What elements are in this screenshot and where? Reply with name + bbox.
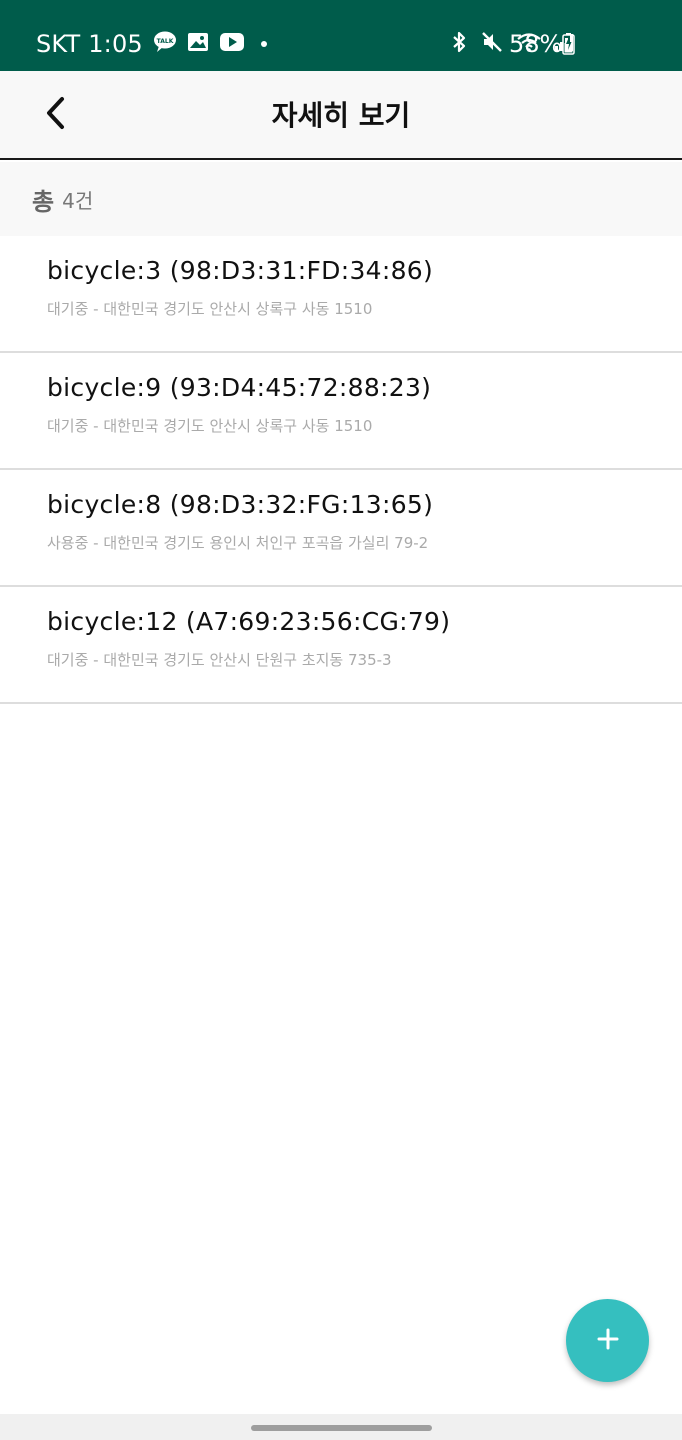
kakaotalk-icon: TALK bbox=[153, 31, 177, 57]
device-subtitle: 대기중 - 대한민국 경기도 안산시 상록구 사동 1510 bbox=[47, 300, 373, 318]
battery-charging-icon bbox=[562, 33, 575, 59]
notification-dot bbox=[260, 41, 267, 47]
device-title: bicycle:12 (A7:69:23:56:CG:79) bbox=[47, 607, 451, 636]
svg-text:TALK: TALK bbox=[157, 38, 174, 45]
gallery-icon bbox=[187, 32, 209, 56]
mute-icon bbox=[480, 30, 504, 58]
nav-bar bbox=[0, 1414, 682, 1440]
app-bar: 자세히 보기 bbox=[0, 71, 682, 160]
count-prefix: 총 bbox=[32, 187, 55, 216]
screen: SKT 1:05 TALK 58% 자세히 보기 총 4건 bicycle:3 … bbox=[0, 0, 682, 1440]
status-bar-left: SKT 1:05 TALK bbox=[36, 30, 267, 58]
device-subtitle: 사용중 - 대한민국 경기도 용인시 처인구 포곡읍 가실리 79-2 bbox=[47, 534, 429, 552]
count-header: 총 4건 bbox=[0, 162, 682, 236]
list-item[interactable]: bicycle:3 (98:D3:31:FD:34:86) 대기중 - 대한민국… bbox=[0, 236, 682, 353]
youtube-icon bbox=[219, 32, 245, 56]
device-title: bicycle:3 (98:D3:31:FD:34:86) bbox=[47, 256, 434, 285]
device-title: bicycle:9 (93:D4:45:72:88:23) bbox=[47, 373, 432, 402]
home-indicator[interactable] bbox=[251, 1425, 432, 1431]
device-subtitle: 대기중 - 대한민국 경기도 안산시 상록구 사동 1510 bbox=[47, 417, 373, 435]
add-device-button[interactable] bbox=[566, 1299, 649, 1382]
device-list: bicycle:3 (98:D3:31:FD:34:86) 대기중 - 대한민국… bbox=[0, 236, 682, 704]
list-item[interactable]: bicycle:8 (98:D3:32:FG:13:65) 사용중 - 대한민국… bbox=[0, 470, 682, 587]
device-title: bicycle:8 (98:D3:32:FG:13:65) bbox=[47, 490, 434, 519]
battery-percent: 58% bbox=[509, 30, 563, 58]
count-value: 4건 bbox=[62, 188, 94, 213]
device-subtitle: 대기중 - 대한민국 경기도 안산시 단원구 초지동 735-3 bbox=[47, 651, 392, 669]
bluetooth-icon bbox=[450, 30, 468, 58]
list-item[interactable]: bicycle:12 (A7:69:23:56:CG:79) 대기중 - 대한민… bbox=[0, 587, 682, 704]
carrier-time: SKT 1:05 bbox=[36, 30, 143, 58]
plus-icon bbox=[597, 1328, 619, 1354]
status-bar: SKT 1:05 TALK 58% bbox=[0, 0, 682, 71]
page-title: 자세히 보기 bbox=[271, 99, 411, 132]
list-item[interactable]: bicycle:9 (93:D4:45:72:88:23) 대기중 - 대한민국… bbox=[0, 353, 682, 470]
